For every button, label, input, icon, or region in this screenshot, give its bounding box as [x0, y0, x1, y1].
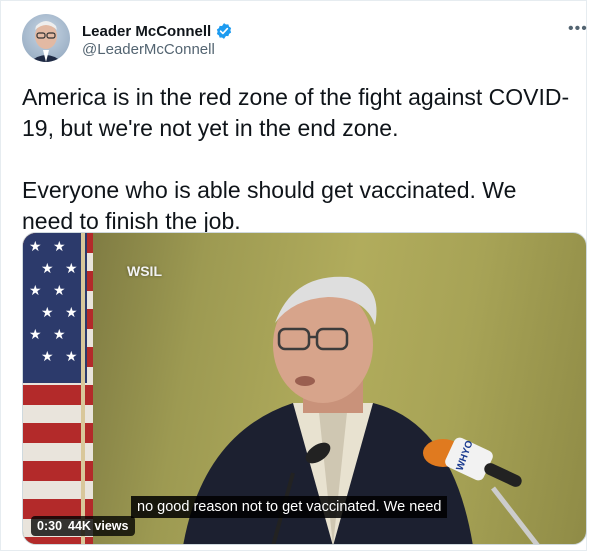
- video-player[interactable]: ★ ★ ★ ★ ★ ★ ★ ★ ★ ★ ★ ★ WSIL WHYO no good reas…: [22, 232, 587, 545]
- svg-text:★: ★: [41, 304, 54, 320]
- svg-text:★: ★: [53, 282, 66, 298]
- svg-text:★: ★: [41, 348, 54, 364]
- svg-text:★: ★: [65, 260, 78, 276]
- svg-text:★: ★: [29, 238, 42, 254]
- video-caption: no good reason not to get vaccinated. We…: [131, 496, 448, 518]
- svg-text:★: ★: [65, 348, 78, 364]
- svg-text:★: ★: [53, 326, 66, 342]
- author-name-text[interactable]: Leader McConnell: [82, 23, 211, 40]
- svg-text:★: ★: [29, 282, 42, 298]
- tweet-text: America is in the red zone of the fight …: [22, 82, 572, 237]
- author-handle[interactable]: @LeaderMcConnell: [82, 41, 215, 58]
- video-time: 0:30: [37, 519, 63, 533]
- video-views: 44K views: [68, 519, 129, 533]
- svg-text:★: ★: [65, 304, 78, 320]
- flag-pole: [81, 233, 85, 544]
- svg-text:★: ★: [41, 260, 54, 276]
- svg-text:★: ★: [29, 326, 42, 342]
- tweet-paragraph: America is in the red zone of the fight …: [22, 84, 570, 142]
- avatar-portrait: [30, 21, 62, 62]
- flag-stars: ★ ★ ★ ★ ★ ★ ★ ★ ★ ★ ★ ★: [29, 238, 78, 364]
- verified-badge-icon: [217, 23, 232, 39]
- svg-text:★: ★: [53, 238, 66, 254]
- author-name[interactable]: Leader McConnell: [82, 22, 233, 40]
- avatar[interactable]: [22, 14, 70, 62]
- tweet-paragraph: Everyone who is able should get vaccinat…: [22, 176, 517, 234]
- video-stats-overlay: 0:30 44K views: [31, 516, 135, 536]
- more-options-icon[interactable]: •••: [568, 20, 588, 38]
